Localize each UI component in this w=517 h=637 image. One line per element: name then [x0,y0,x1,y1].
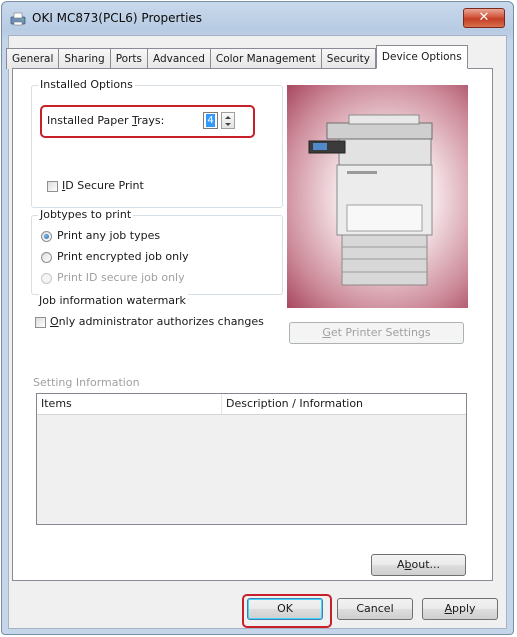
ok-button[interactable]: OK [247,598,323,620]
tab-strip: General Sharing Ports Advanced Color Managem… [6,45,468,69]
apply-button[interactable]: Apply [422,598,498,620]
list-header: Items Description / Information [37,394,466,415]
radio-selected-icon [41,230,52,242]
printer-illustration [308,114,433,286]
installed-options-legend: Installed Options [38,78,135,91]
tab-color-management[interactable]: Color Management [209,48,321,69]
printer-icon [10,12,26,26]
radio-print-any[interactable]: Print any job types [41,229,160,242]
column-description[interactable]: Description / Information [222,394,363,414]
tab-sharing[interactable]: Sharing [58,48,110,69]
column-items[interactable]: Items [37,394,222,414]
tab-general[interactable]: General [6,48,59,69]
setting-information-list[interactable]: Items Description / Information [36,393,467,525]
list-body [37,415,466,524]
printer-image [287,85,468,308]
watermark-admin-checkbox[interactable]: Only administrator authorizes changes [35,315,264,328]
tab-security[interactable]: Security [320,48,376,69]
checkbox-icon [35,316,46,328]
jobtypes-legend: Jobtypes to print [38,208,134,221]
radio-icon [41,251,52,263]
id-secure-print-checkbox[interactable]: ID Secure Print [47,179,144,192]
setting-information-label: Setting Information [33,376,140,389]
tab-advanced[interactable]: Advanced [147,48,210,69]
about-button[interactable]: About... [371,554,466,576]
cancel-button[interactable]: Cancel [337,598,413,620]
radio-print-id-secure[interactable]: Print ID secure job only [41,271,185,284]
checkbox-icon [47,180,58,192]
close-button[interactable]: ✕ [463,8,505,28]
tab-device-options[interactable]: Device Options [375,45,468,69]
title-bar[interactable]: OKI MC873(PCL6) Properties ✕ [2,2,513,34]
radio-disabled-icon [41,272,52,284]
close-icon: ✕ [478,10,490,25]
tab-ports[interactable]: Ports [109,48,147,69]
paper-trays-highlight [40,105,255,138]
radio-print-encrypted[interactable]: Print encrypted job only [41,250,189,263]
get-printer-settings-button[interactable]: Get Printer Settings [289,322,464,344]
window-title: OKI MC873(PCL6) Properties [32,11,203,25]
watermark-legend: Job information watermark [39,294,188,307]
